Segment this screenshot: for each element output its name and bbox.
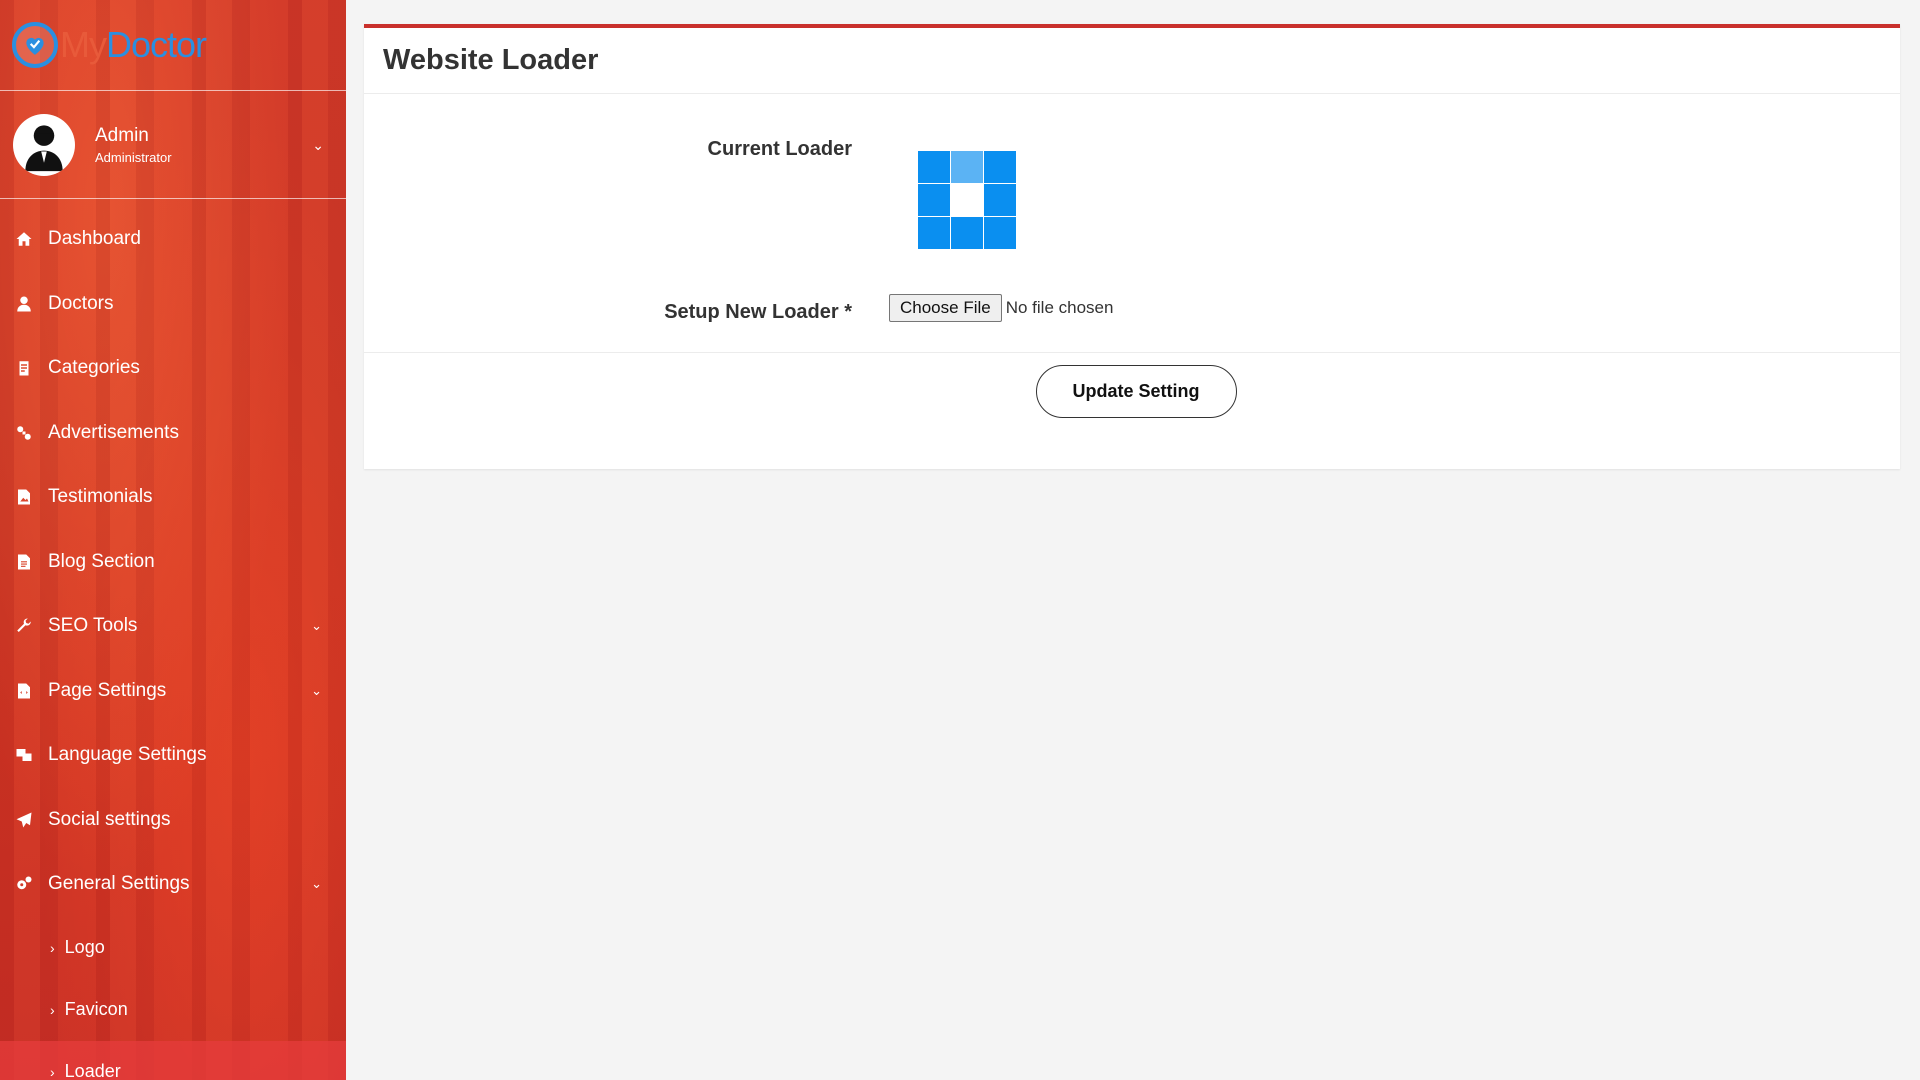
user-role: Administrator: [95, 149, 172, 165]
new-loader-row: Setup New Loader * Choose File No file c…: [364, 293, 1900, 324]
sidebar-item-dashboard[interactable]: Dashboard: [0, 207, 346, 272]
file-status: No file chosen: [1005, 297, 1114, 317]
new-loader-label: Setup New Loader *: [664, 301, 852, 323]
cogs-icon: [14, 874, 34, 894]
sidebar: MyDoctor Admin Administrator ⌄ Dashboard…: [0, 0, 346, 1080]
avatar: [13, 113, 75, 176]
card-body: Current Loader Setup New Loader * Choose…: [364, 94, 1900, 353]
sidebar-item-label: General Settings: [48, 873, 190, 895]
sidebar-item-page-settings[interactable]: Page Settings ⌄: [0, 659, 346, 724]
chevron-right-icon: ›: [50, 1001, 55, 1018]
sidebar-item-seo-tools[interactable]: SEO Tools ⌄: [0, 594, 346, 659]
current-loader-label: Current Loader: [707, 138, 852, 160]
chevron-down-icon: ⌄: [311, 618, 322, 633]
sidebar-subitem-label: Loader: [64, 1061, 121, 1080]
card-footer: Update Setting: [364, 353, 1900, 469]
loader-square: [984, 217, 1016, 249]
sidebar-item-label: Testimonials: [48, 486, 153, 508]
sidebar-item-label: Doctors: [48, 292, 114, 314]
loader-square: [918, 151, 950, 183]
sidebar-item-label: Blog Section: [48, 550, 155, 572]
user-name: Admin: [95, 124, 149, 146]
loader-preview-image: [918, 151, 1016, 249]
sidebar-subitem-label: Favicon: [64, 999, 128, 1019]
brand-logo[interactable]: MyDoctor: [0, 0, 346, 91]
link-icon: [14, 423, 34, 443]
sidebar-menu: Dashboard Doctors Categories Advertiseme…: [0, 199, 346, 1080]
sidebar-item-testimonials[interactable]: Testimonials: [0, 465, 346, 530]
loader-square: [951, 217, 983, 249]
current-loader-row: Current Loader: [364, 138, 1900, 249]
sidebar-item-social-settings[interactable]: Social settings: [0, 788, 346, 853]
wrench-icon: [14, 616, 34, 636]
update-setting-button[interactable]: Update Setting: [1035, 365, 1237, 418]
user-panel[interactable]: Admin Administrator ⌄: [0, 91, 346, 199]
sidebar-item-categories[interactable]: Categories: [0, 336, 346, 401]
language-icon: [14, 745, 34, 765]
chevron-right-icon: ›: [50, 939, 55, 956]
chevron-down-icon: ⌄: [311, 876, 322, 891]
paper-plane-icon: [14, 810, 34, 830]
loader-square: [984, 151, 1016, 183]
file-input[interactable]: Choose File No file chosen: [889, 293, 1114, 322]
sidebar-item-language-settings[interactable]: Language Settings: [0, 723, 346, 788]
chevron-down-icon[interactable]: ⌄: [312, 137, 324, 154]
clipboard-icon: [14, 358, 34, 378]
chevron-down-icon: ⌄: [311, 682, 322, 698]
sidebar-subitem-favicon[interactable]: › Favicon: [0, 979, 346, 1041]
loader-square: [918, 217, 950, 249]
document-icon: [14, 552, 34, 572]
loader-square: [951, 184, 983, 216]
main-content: Website Loader Current Loader Setup New …: [364, 24, 1900, 469]
brand-name: MyDoctor: [60, 24, 207, 65]
sidebar-item-general-settings[interactable]: General Settings ⌄: [0, 852, 346, 917]
loader-settings-card: Website Loader Current Loader Setup New …: [364, 24, 1900, 469]
image-file-icon: [14, 487, 34, 507]
doctor-icon: [14, 294, 34, 314]
sidebar-item-blog[interactable]: Blog Section: [0, 530, 346, 595]
sidebar-item-label: Advertisements: [48, 421, 179, 443]
home-icon: [14, 229, 34, 249]
loader-square: [918, 184, 950, 216]
loader-square: [951, 151, 983, 183]
sidebar-item-advertisements[interactable]: Advertisements: [0, 401, 346, 466]
sidebar-item-doctors[interactable]: Doctors: [0, 272, 346, 337]
choose-file-button[interactable]: Choose File: [889, 293, 1002, 322]
sidebar-subitem-loader[interactable]: › Loader: [0, 1040, 346, 1080]
loader-square: [984, 184, 1016, 216]
sidebar-subitem-label: Logo: [64, 937, 105, 957]
heart-check-icon: [12, 22, 58, 68]
card-header: Website Loader: [364, 28, 1900, 94]
sidebar-item-label: Social settings: [48, 808, 171, 830]
chevron-right-icon: ›: [50, 1063, 55, 1080]
sidebar-subitem-logo[interactable]: › Logo: [0, 917, 346, 979]
page-title: Website Loader: [383, 44, 599, 76]
sidebar-item-label: Categories: [48, 357, 140, 379]
sidebar-item-label: SEO Tools: [48, 615, 138, 637]
sidebar-item-label: Language Settings: [48, 744, 207, 766]
sidebar-item-label: Page Settings: [48, 679, 167, 701]
code-file-icon: [14, 681, 34, 701]
sidebar-item-label: Dashboard: [48, 228, 141, 250]
